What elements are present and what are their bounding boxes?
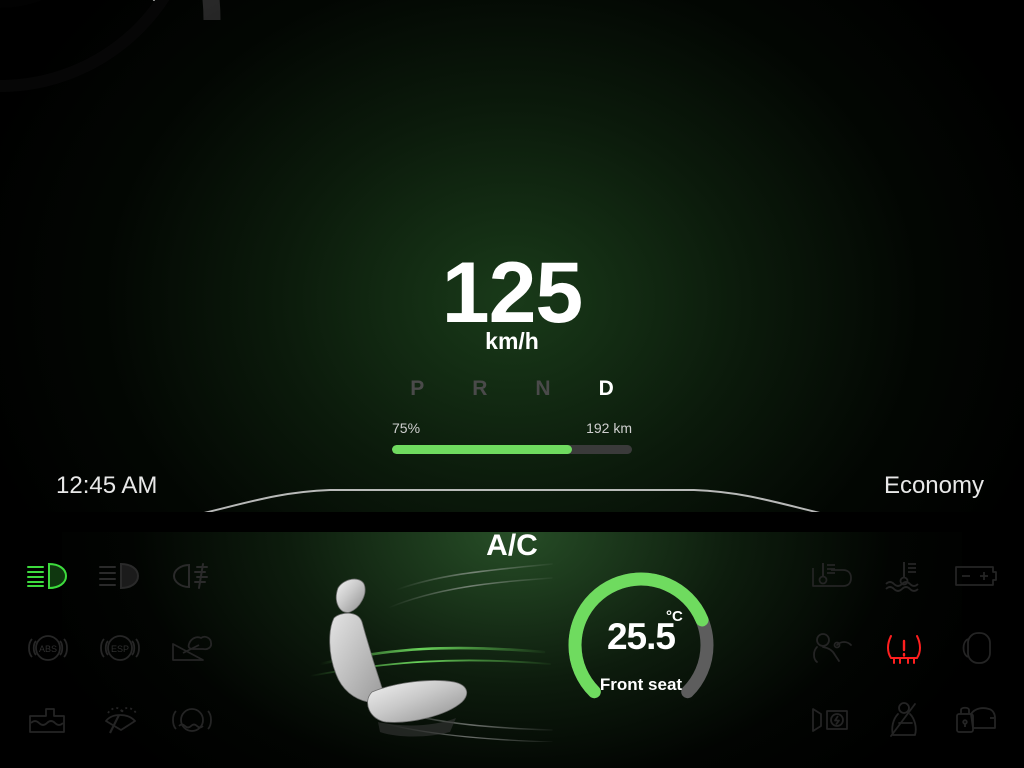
coolant-temperature-icon[interactable] — [868, 540, 940, 612]
svg-text:ABS: ABS — [39, 644, 57, 654]
seatbelt-icon[interactable] — [868, 684, 940, 756]
airbag-icon[interactable] — [796, 612, 868, 684]
gear-d[interactable]: D — [599, 377, 614, 401]
low-beam-icon[interactable] — [84, 540, 156, 612]
telltales-right — [796, 540, 1012, 756]
headlamp-failure-icon[interactable] — [796, 684, 868, 756]
speedometer-panel: 020406080100120140160180 125 km/h P R N D 7… — [0, 0, 1024, 516]
temperature-unit: °C — [666, 608, 683, 625]
hill-descent-control-icon[interactable] — [156, 612, 228, 684]
gear-r[interactable]: R — [472, 377, 487, 401]
esp-icon[interactable]: ESP — [84, 612, 156, 684]
climate-zone-label: Front seat — [599, 675, 683, 694]
battery-range-label: 192 km — [586, 420, 632, 436]
gear-selector[interactable]: PRND — [0, 377, 1024, 401]
speed-value: 125 — [441, 245, 584, 341]
instrument-cluster-screen: 020406080100120140160180 125 km/h P R N D 7… — [0, 0, 1024, 768]
speedometer-gauge: 020406080100120140160180 — [0, 0, 221, 92]
seat-illustration — [309, 563, 553, 742]
wiper-icon[interactable] — [84, 684, 156, 756]
battery-percent-label: 75% — [392, 420, 421, 436]
gear-n[interactable]: N — [535, 377, 550, 401]
speed-unit: km/h — [485, 328, 539, 354]
battery-charge-icon[interactable] — [940, 540, 1012, 612]
gear-p[interactable]: P — [410, 377, 424, 401]
abs-icon[interactable]: ABS — [12, 612, 84, 684]
telltales-left: ABS ESP — [12, 540, 228, 756]
temperature-value: 25.5 — [606, 616, 676, 657]
washer-fluid-icon[interactable] — [12, 684, 84, 756]
tire-pressure-icon[interactable] — [868, 612, 940, 684]
tire-icon[interactable] — [940, 612, 1012, 684]
battery-fill — [392, 445, 572, 454]
rear-fog-light-icon[interactable] — [156, 540, 228, 612]
high-beam-icon[interactable] — [12, 540, 84, 612]
svg-text:ESP: ESP — [111, 644, 129, 654]
battery-status: 75% 192 km — [392, 420, 632, 454]
battery-track — [392, 445, 632, 454]
oil-temperature-icon[interactable] — [796, 540, 868, 612]
door-lock-icon[interactable] — [940, 684, 1012, 756]
brake-pad-wear-icon[interactable] — [156, 684, 228, 756]
climate-panel: A/C 25.5 °C Front seat ABS ESP — [0, 512, 1024, 768]
